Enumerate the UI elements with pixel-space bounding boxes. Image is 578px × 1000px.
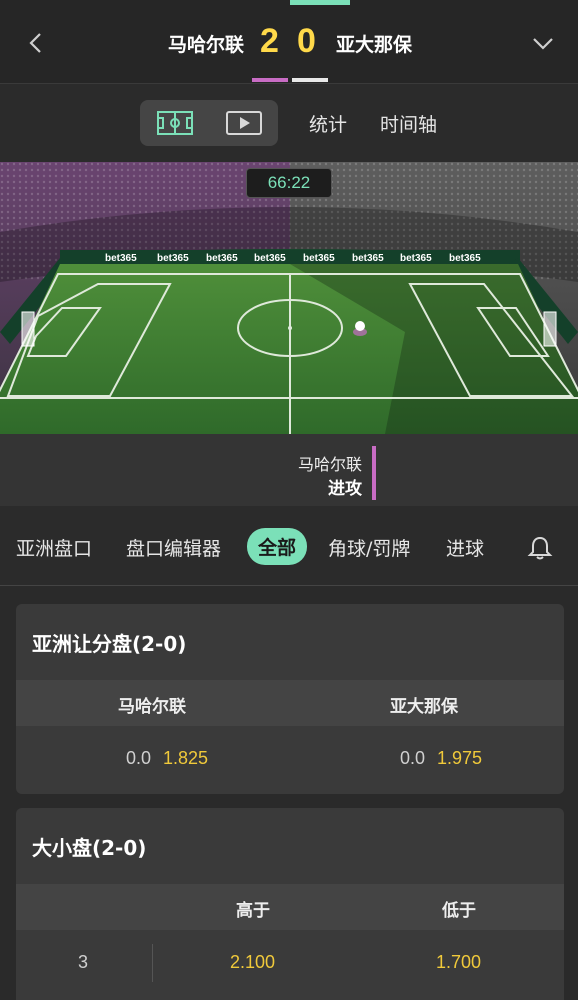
attack-action: 进攻 [328, 479, 362, 499]
ad-board-6: bet365 [352, 253, 384, 264]
market-column-header: 马哈尔联 亚大那保 [16, 680, 564, 726]
away-score: 0 [297, 22, 316, 60]
view-toolbar: 统计 时间轴 [0, 84, 578, 162]
home-handicap-line: 0.0 [126, 748, 152, 768]
view-toggle [140, 100, 278, 146]
pitch-graphic: bet365 bet365 bet365 bet365 bet365 bet36… [0, 162, 578, 434]
market-title: 大小盘(2-0) [32, 836, 147, 860]
tab-all[interactable]: 全部 [247, 528, 308, 565]
under-odds-button[interactable]: 1.700 [358, 930, 564, 1000]
ad-board-1: bet365 [105, 253, 137, 264]
markets-list: 亚洲让分盘(2-0) 马哈尔联 亚大那保 0.0 1.825 0.0 1.975… [0, 586, 578, 1000]
chevron-down-icon [533, 38, 553, 50]
header-indicator [290, 0, 350, 5]
away-team-indicator [292, 78, 328, 82]
over-odds-button[interactable]: 2.100 [153, 930, 358, 1000]
home-team-name: 马哈尔联 [167, 34, 244, 56]
ad-board-7: bet365 [400, 253, 432, 264]
ball-marker [355, 321, 365, 331]
home-team-indicator [252, 78, 288, 82]
away-column-label: 亚大那保 [390, 697, 458, 717]
market-title: 亚洲让分盘(2-0) [32, 632, 187, 656]
attack-indicator [372, 446, 376, 500]
under-odds-price: 1.700 [436, 952, 482, 972]
odds-row: 0.0 1.825 0.0 1.975 [16, 726, 564, 794]
home-odds-button[interactable]: 0.0 1.825 [16, 726, 290, 794]
market-card-handicap: 亚洲让分盘(2-0) 马哈尔联 亚大那保 0.0 1.825 0.0 1.975 [16, 604, 564, 794]
match-clock: 66:22 [246, 168, 332, 198]
away-odds-price: 1.975 [437, 748, 483, 768]
pitch-icon [156, 111, 193, 135]
ad-board-5: bet365 [303, 253, 335, 264]
chevron-left-icon [29, 33, 41, 53]
market-tabs: 亚洲盘口 盘口编辑器 全部 角球/罚牌 进球 [0, 506, 578, 586]
total-line: 3 [78, 952, 89, 972]
market-column-header: 高于 低于 [16, 884, 564, 930]
home-column-label: 马哈尔联 [118, 697, 186, 717]
match-header: 马哈尔联 2 0 亚大那保 [0, 0, 578, 84]
attack-status: 马哈尔联 进攻 [0, 434, 578, 506]
match-visualization: bet365 bet365 bet365 bet365 bet365 bet36… [0, 162, 578, 434]
over-odds-price: 2.100 [230, 952, 276, 972]
video-view-button[interactable] [209, 100, 278, 146]
notification-button[interactable] [526, 534, 554, 562]
away-team-name: 亚大那保 [336, 34, 413, 56]
market-card-total: 大小盘(2-0) 高于 低于 3 2.100 1.700 [16, 808, 564, 1000]
tab-corners-cards[interactable]: 角球/罚牌 [328, 534, 410, 561]
expand-button[interactable] [528, 28, 558, 58]
odds-row: 3 2.100 1.700 [16, 930, 564, 1000]
over-column-label: 高于 [236, 901, 270, 921]
timeline-tab[interactable]: 时间轴 [380, 110, 437, 137]
stats-tab[interactable]: 统计 [309, 110, 347, 137]
under-column-label: 低于 [442, 901, 476, 921]
attacking-team: 马哈尔联 [297, 455, 362, 474]
bell-icon [527, 536, 553, 560]
ad-board-4: bet365 [254, 253, 286, 264]
ad-board-8: bet365 [449, 253, 481, 264]
back-button[interactable] [20, 28, 50, 58]
ad-board-2: bet365 [157, 253, 189, 264]
tab-goals[interactable]: 进球 [446, 534, 484, 561]
home-odds-price: 1.825 [163, 748, 209, 768]
away-handicap-line: 0.0 [400, 748, 426, 768]
home-score: 2 [260, 22, 279, 60]
tab-asian-handicap[interactable]: 亚洲盘口 [16, 534, 92, 561]
play-icon [225, 111, 262, 135]
away-odds-button[interactable]: 0.0 1.975 [290, 726, 564, 794]
pitch-view-button[interactable] [140, 100, 209, 146]
ad-board-3: bet365 [206, 253, 238, 264]
tab-bet-builder[interactable]: 盘口编辑器 [126, 534, 221, 561]
